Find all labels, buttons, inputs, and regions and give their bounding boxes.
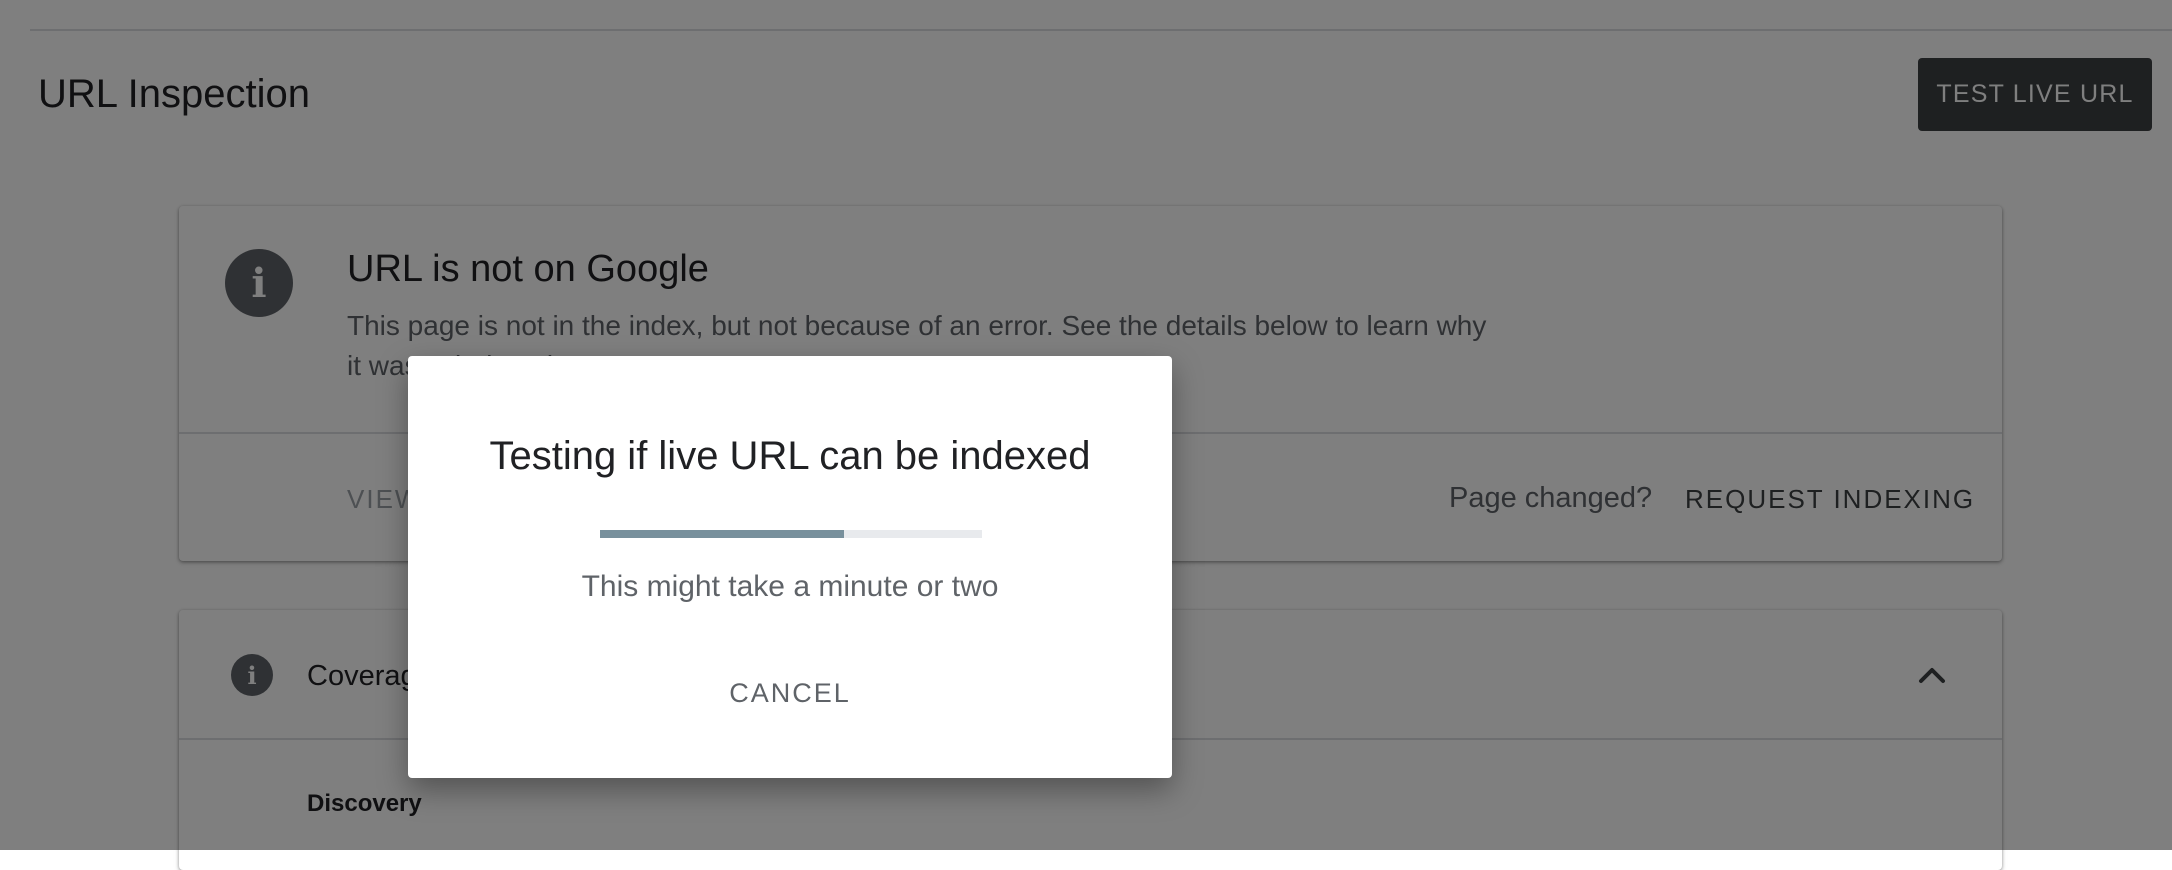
dialog-subtitle: This might take a minute or two [581,570,999,603]
progress-bar [600,530,982,538]
cancel-button[interactable]: CANCEL [700,666,880,720]
dialog-title: Testing if live URL can be indexed [489,434,1091,478]
progress-bar-fill [600,530,845,538]
live-test-dialog: Testing if live URL can be indexed This … [408,356,1172,778]
